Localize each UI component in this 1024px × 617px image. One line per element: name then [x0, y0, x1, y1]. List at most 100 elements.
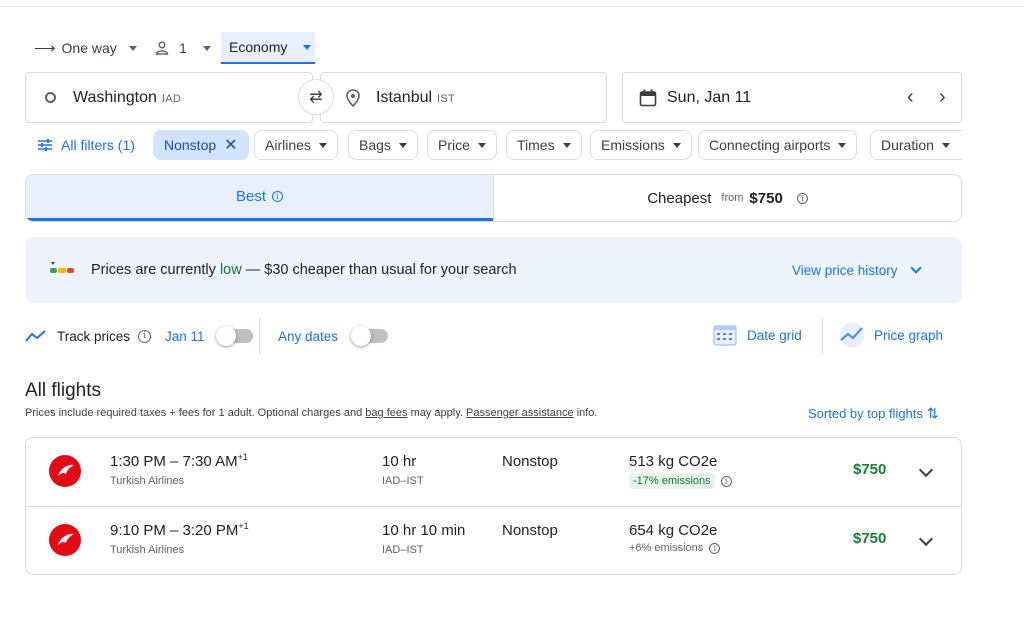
trending-icon	[25, 330, 46, 342]
origin-circle-icon	[45, 92, 56, 103]
flight-co2: 654 kg CO2e	[629, 522, 718, 539]
tab-cheapest-label: Cheapest	[647, 189, 712, 207]
swap-button[interactable]: ⇄	[298, 79, 334, 115]
flight-stops: Nonstop	[502, 453, 558, 470]
flight-row[interactable]: 9:10 PM – 3:20 PM+1 Turkish Airlines 10 …	[26, 506, 961, 574]
bag-fees-link[interactable]: bag fees	[365, 407, 407, 419]
filter-chip-label: Connecting airports	[709, 137, 831, 153]
chevron-down-icon	[303, 44, 312, 50]
airline-name: Turkish Airlines	[110, 475, 185, 487]
calendar-icon	[639, 89, 657, 106]
chevron-down-icon	[202, 45, 211, 51]
top-divider	[0, 6, 1024, 7]
filter-chip-price[interactable]: Price	[427, 130, 497, 160]
close-icon[interactable]: ✕	[224, 135, 237, 155]
view-price-history-link[interactable]: View price history	[792, 262, 922, 278]
vertical-divider	[822, 318, 823, 354]
flight-route: IAD–IST	[382, 475, 424, 487]
emissions-info: +6% emissions i	[629, 542, 721, 554]
passenger-assistance-link[interactable]: Passenger assistance	[466, 407, 574, 419]
emissions-info: -17% emissions i	[629, 473, 732, 489]
filter-chip-times[interactable]: Times	[506, 130, 582, 160]
any-dates-toggle[interactable]	[351, 326, 389, 346]
filter-chip-duration[interactable]: Duration	[870, 130, 962, 160]
info-icon[interactable]: i	[138, 329, 152, 343]
info-icon[interactable]: i	[796, 192, 808, 204]
info-icon[interactable]: i	[272, 191, 283, 202]
date-grid-button[interactable]: Date grid	[713, 322, 802, 348]
any-dates-label: Any dates	[278, 328, 339, 344]
origin-field[interactable]: Washington IAD	[25, 72, 313, 123]
filter-chip-emissions[interactable]: Emissions	[590, 130, 692, 160]
previous-date-button[interactable]: ‹	[907, 86, 914, 109]
note-text: may apply.	[410, 407, 463, 419]
arrow-right-icon: ⟶	[34, 40, 56, 57]
insight-suffix: — $30 cheaper than usual for your search	[245, 262, 517, 278]
date-grid-icon	[713, 325, 737, 346]
destination-field[interactable]: Istanbul IST	[320, 72, 607, 123]
day-offset: +1	[238, 521, 249, 531]
tab-cheapest-price: $750	[749, 189, 783, 207]
filter-chip-bags[interactable]: Bags	[348, 130, 418, 160]
cabin-class-select[interactable]: Economy	[221, 32, 315, 64]
info-icon[interactable]: i	[720, 475, 732, 487]
price-level-icon	[50, 262, 74, 273]
filter-sliders-icon	[38, 139, 52, 151]
flight-co2: 513 kg CO2e	[629, 453, 718, 470]
price-insight-text: Prices are currently low — $30 cheaper t…	[91, 262, 517, 278]
filter-chip-label: Airlines	[265, 137, 311, 153]
origin-city: Washington	[73, 88, 157, 106]
departure-date-field[interactable]: Sun, Jan 11 ‹ ›	[622, 72, 962, 123]
expand-chevron-icon[interactable]	[918, 531, 934, 547]
airline-name: Turkish Airlines	[110, 544, 185, 556]
chevron-down-icon	[128, 45, 137, 51]
turkish-airlines-logo	[49, 524, 81, 556]
results-title: All flights	[25, 380, 102, 401]
emissions-text: +6% emissions	[629, 542, 704, 554]
filter-chip-nonstop[interactable]: Nonstop ✕	[153, 130, 249, 160]
tab-best[interactable]: Best i	[26, 175, 493, 221]
price-graph-label: Price graph	[874, 327, 944, 343]
trip-type-select[interactable]: ⟶ One way	[34, 32, 137, 64]
sort-label: Sorted by top flights	[808, 406, 923, 421]
flight-duration: 10 hr	[382, 453, 417, 470]
chevron-down-icon	[477, 142, 486, 148]
note-text: Prices include required taxes + fees for…	[25, 407, 363, 419]
info-icon[interactable]: i	[709, 542, 721, 554]
flight-price: $750	[853, 530, 887, 547]
track-date-toggle[interactable]	[215, 326, 253, 346]
chevron-down-icon	[672, 142, 681, 148]
tab-cheapest-from: from	[721, 192, 744, 204]
vertical-divider	[259, 318, 260, 354]
price-insight-banner: Prices are currently low — $30 cheaper t…	[25, 237, 962, 303]
chevron-down-icon	[398, 142, 407, 148]
insight-prefix: Prices are currently	[91, 262, 216, 278]
all-filters-button[interactable]: All filters (1)	[38, 130, 135, 160]
expand-chevron-icon[interactable]	[918, 462, 934, 478]
flight-duration: 10 hr 10 min	[382, 522, 466, 539]
all-filters-label: All filters (1)	[61, 137, 135, 153]
origin-code: IAD	[161, 93, 182, 105]
passengers-count: 1	[179, 40, 187, 56]
chevron-down-icon	[909, 262, 922, 274]
price-graph-icon	[839, 322, 865, 348]
next-date-button[interactable]: ›	[939, 86, 946, 109]
sort-button[interactable]: Sorted by top flights ⇅	[808, 405, 939, 422]
track-any-dates: Any dates	[278, 326, 389, 346]
flight-results-list: 1:30 PM – 7:30 AM+1 Turkish Airlines 10 …	[25, 437, 962, 575]
filter-chip-connecting-airports[interactable]: Connecting airports	[698, 130, 858, 160]
filter-chip-label: Bags	[359, 137, 391, 153]
track-prices-label: Track prices	[57, 328, 131, 344]
filter-chip-airlines[interactable]: Airlines	[254, 130, 338, 160]
passengers-select[interactable]: 1	[155, 32, 211, 64]
filter-chip-label: Duration	[881, 137, 934, 153]
track-date: Jan 11	[165, 328, 205, 344]
flight-row[interactable]: 1:30 PM – 7:30 AM+1 Turkish Airlines 10 …	[26, 438, 961, 506]
tab-best-label: Best	[235, 188, 266, 205]
tab-cheapest[interactable]: Cheapest from $750 i	[493, 175, 961, 221]
results-note: Prices include required taxes + fees for…	[25, 407, 597, 419]
flight-times: 1:30 PM – 7:30 AM+1	[110, 452, 248, 470]
price-graph-button[interactable]: Price graph	[838, 322, 943, 348]
flight-times: 9:10 PM – 3:20 PM+1	[110, 521, 249, 539]
sort-tabs: Best i Cheapest from $750 i	[25, 174, 962, 222]
